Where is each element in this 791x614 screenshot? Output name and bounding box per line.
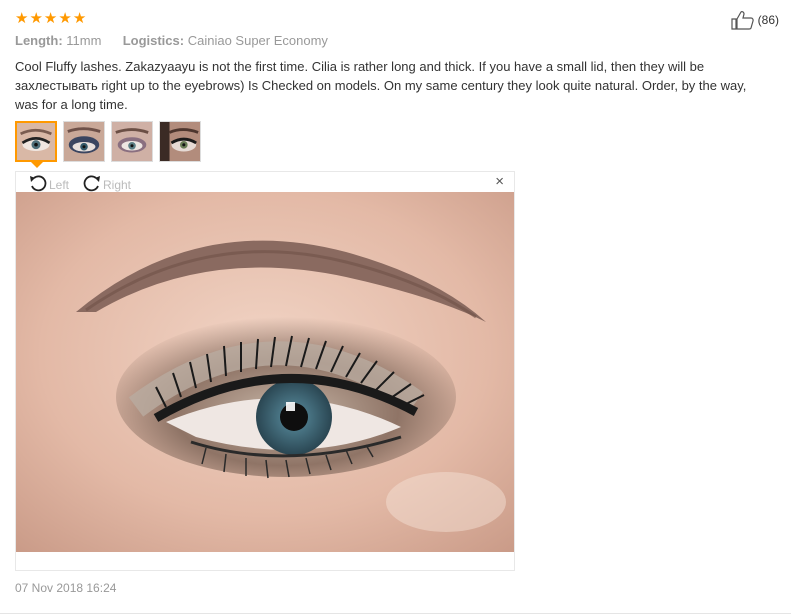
review-date: 07 Nov 2018 16:24 xyxy=(15,581,117,595)
thumbnail-pointer xyxy=(31,162,43,168)
star-icon: ★ xyxy=(43,10,58,27)
review-photo xyxy=(16,192,514,552)
close-button[interactable]: × xyxy=(495,174,504,190)
star-icon: ★ xyxy=(58,10,72,27)
thumbnail-1[interactable] xyxy=(15,121,57,162)
thumbnail-3[interactable] xyxy=(111,121,153,162)
rotate-right-label: Right xyxy=(103,177,132,192)
review-text: Cool Fluffy lashes. Zakazyaayu is not th… xyxy=(15,59,747,112)
helpful-count: (86) xyxy=(757,13,779,27)
logistics-label: Logistics: xyxy=(122,33,185,48)
star-icon: ★ xyxy=(29,10,43,27)
thumbnail-4[interactable] xyxy=(159,121,201,162)
image-viewer: Left Right × xyxy=(15,171,515,571)
rating-stars: ★ ★ ★ ★ ★ xyxy=(15,11,86,26)
length-label: Length: xyxy=(15,33,63,48)
helpful-button[interactable]: (86) xyxy=(731,10,779,30)
star-icon: ★ xyxy=(15,10,29,27)
star-icon: ★ xyxy=(72,10,87,27)
viewer-toolbar: Left Right × xyxy=(16,172,514,192)
rotate-left-label: Left xyxy=(49,177,70,192)
logistics-value: Cainiao Super Economy xyxy=(187,33,328,48)
thumbs-up-icon xyxy=(731,10,755,30)
review-meta: Length: 11mm Logistics: Cainiao Super Ec… xyxy=(15,33,328,48)
length-value: 11mm xyxy=(66,33,102,48)
thumbnail-strip xyxy=(15,121,201,162)
thumbnail-2[interactable] xyxy=(63,121,105,162)
